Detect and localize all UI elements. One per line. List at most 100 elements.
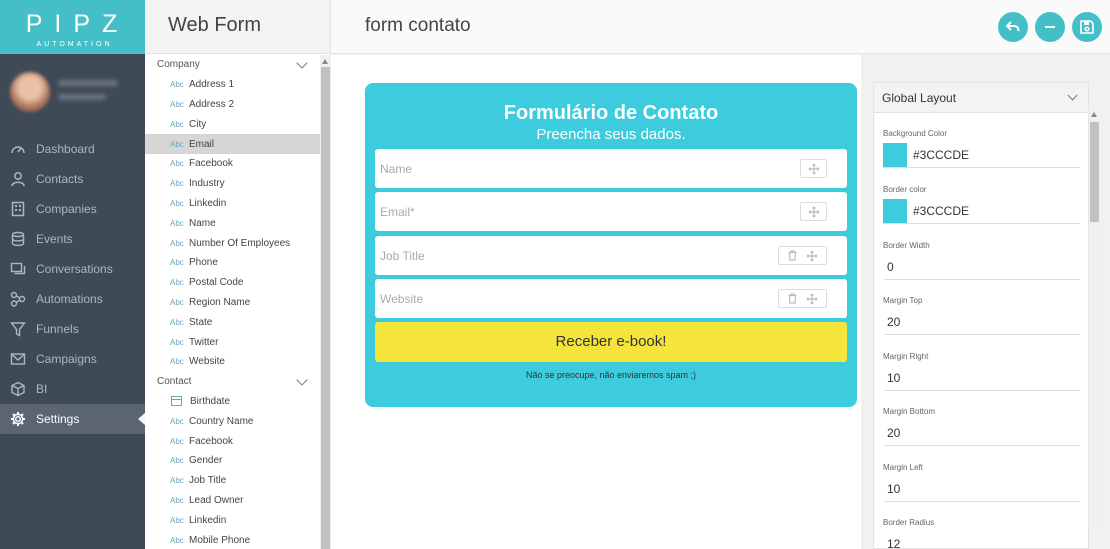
margin-left-field: Margin Left 10 xyxy=(883,463,1080,502)
nav-item-label: Conversations xyxy=(36,262,113,276)
scroll-thumb[interactable] xyxy=(321,67,330,549)
nav-item-events[interactable]: Events xyxy=(0,224,145,254)
move-handle[interactable] xyxy=(800,202,827,221)
mail-icon xyxy=(10,351,26,367)
field-item[interactable]: Abc Email xyxy=(145,134,320,154)
minimize-button[interactable] xyxy=(1035,12,1065,42)
nav-item-dashboard[interactable]: Dashboard xyxy=(0,134,145,164)
form-preview[interactable]: Formulário de Contato Preencha seus dado… xyxy=(365,83,857,407)
nav-item-bi[interactable]: BI xyxy=(0,374,145,404)
field-item[interactable]: Abc Facebook xyxy=(145,154,320,174)
color-swatch[interactable] xyxy=(883,198,907,223)
scroll-up-icon[interactable] xyxy=(322,59,328,64)
field-item-label: Linkedin xyxy=(189,514,227,526)
number-input[interactable]: 10 xyxy=(884,365,1080,391)
form-field-name[interactable]: Name xyxy=(375,149,847,188)
submit-button[interactable]: Receber e-book! xyxy=(375,322,847,362)
prop-value[interactable]: 20 xyxy=(887,315,900,329)
move-icon xyxy=(808,163,819,174)
prop-value[interactable]: 12 xyxy=(887,537,900,549)
form-subtitle[interactable]: Preencha seus dados. xyxy=(365,126,857,143)
field-item[interactable]: Abc Region Name xyxy=(145,293,320,313)
form-field-website[interactable]: Website xyxy=(375,279,847,318)
field-item[interactable]: Abc Number Of Employees xyxy=(145,233,320,253)
undo-icon xyxy=(1005,21,1020,32)
nav-item-campaigns[interactable]: Campaigns xyxy=(0,344,145,374)
prop-value[interactable]: 10 xyxy=(887,371,900,385)
chevron-down-icon[interactable] xyxy=(1067,90,1078,101)
nav-item-companies[interactable]: Companies xyxy=(0,194,145,224)
nav-item-automations[interactable]: Automations xyxy=(0,284,145,314)
color-swatch[interactable] xyxy=(883,142,907,167)
field-item[interactable]: Abc State xyxy=(145,312,320,332)
field-item[interactable]: Abc Name xyxy=(145,213,320,233)
field-item[interactable]: Abc Industry xyxy=(145,174,320,194)
form-note[interactable]: Não se preocupe, não enviaremos spam ;) xyxy=(365,370,857,380)
field-item[interactable]: Abc Linkedin xyxy=(145,510,320,530)
field-item[interactable]: Abc Postal Code xyxy=(145,273,320,293)
text-type-icon: Abc xyxy=(170,297,184,307)
undo-button[interactable] xyxy=(998,12,1028,42)
field-item[interactable]: Abc Linkedin xyxy=(145,194,320,214)
move-icon[interactable] xyxy=(806,250,818,262)
chevron-down-icon[interactable] xyxy=(296,57,308,69)
save-button[interactable] xyxy=(1072,12,1102,42)
move-icon[interactable] xyxy=(806,293,818,305)
fields-scrollbar[interactable] xyxy=(320,55,331,549)
number-input[interactable]: 10 xyxy=(884,476,1080,502)
field-item[interactable]: Abc Gender xyxy=(145,451,320,471)
field-item[interactable]: Abc Address 2 xyxy=(145,95,320,115)
border-radius-field: Border Radius 12 xyxy=(883,518,1080,549)
form-field-job-title[interactable]: Job Title xyxy=(375,236,847,275)
scroll-up-icon[interactable] xyxy=(1091,112,1097,117)
fields-panel-title: Web Form xyxy=(145,0,330,54)
logo[interactable]: PIPZ AUTOMATION xyxy=(0,0,145,54)
number-input[interactable]: 20 xyxy=(884,420,1080,446)
color-value[interactable]: #3CCCDE xyxy=(913,148,969,162)
layout-panel-title: Global Layout xyxy=(882,90,957,105)
field-item[interactable]: Abc Phone xyxy=(145,253,320,273)
move-handle[interactable] xyxy=(800,159,827,178)
prop-value[interactable]: 0 xyxy=(887,260,894,274)
layout-panel-header[interactable]: Global Layout xyxy=(874,83,1088,113)
main-header: form contato xyxy=(331,0,1110,54)
field-item[interactable]: Abc Job Title xyxy=(145,471,320,491)
field-item[interactable]: Abc Lead Owner xyxy=(145,491,320,511)
text-type-icon: Abc xyxy=(170,179,184,189)
field-item[interactable]: Birthdate xyxy=(145,392,320,412)
chevron-down-icon[interactable] xyxy=(296,373,308,386)
field-item[interactable]: Abc Facebook xyxy=(145,431,320,451)
number-input[interactable]: 12 xyxy=(884,531,1080,549)
gear-icon xyxy=(10,411,26,427)
field-item[interactable]: Abc Address 1 xyxy=(145,75,320,95)
nav-item-funnels[interactable]: Funnels xyxy=(0,314,145,344)
form-title[interactable]: Formulário de Contato xyxy=(365,102,857,125)
trash-icon[interactable] xyxy=(787,250,798,261)
color-input-row[interactable]: #3CCCDE xyxy=(883,198,1080,224)
field-item[interactable]: Abc Country Name xyxy=(145,411,320,431)
nav-item-conversations[interactable]: Conversations xyxy=(0,254,145,284)
text-type-icon: Abc xyxy=(170,258,184,268)
prop-value[interactable]: 20 xyxy=(887,426,900,440)
nav-item-contacts[interactable]: Contacts xyxy=(0,164,145,194)
field-group-contact[interactable]: Contact xyxy=(145,372,320,392)
field-group-company[interactable]: Company xyxy=(145,55,320,75)
color-value[interactable]: #3CCCDE xyxy=(913,204,969,218)
field-item[interactable]: Abc Twitter xyxy=(145,332,320,352)
number-input[interactable]: 0 xyxy=(884,254,1080,280)
field-item-label: Job Title xyxy=(189,475,227,487)
avatar[interactable] xyxy=(10,72,50,112)
field-item[interactable]: Abc Mobile Phone xyxy=(145,530,320,549)
field-item[interactable]: Abc City xyxy=(145,114,320,134)
field-item[interactable]: Abc Website xyxy=(145,352,320,372)
color-input-row[interactable]: #3CCCDE xyxy=(883,142,1080,168)
prop-value[interactable]: 10 xyxy=(887,482,900,496)
nav-item-settings[interactable]: Settings xyxy=(0,404,145,434)
prop-label: Border Radius xyxy=(883,518,935,527)
layout-scrollbar[interactable] xyxy=(1089,108,1100,528)
number-input[interactable]: 20 xyxy=(884,309,1080,335)
user-profile[interactable] xyxy=(0,54,145,134)
trash-icon[interactable] xyxy=(787,293,798,304)
form-field-email[interactable]: Email* xyxy=(375,192,847,231)
scroll-thumb[interactable] xyxy=(1090,122,1099,222)
